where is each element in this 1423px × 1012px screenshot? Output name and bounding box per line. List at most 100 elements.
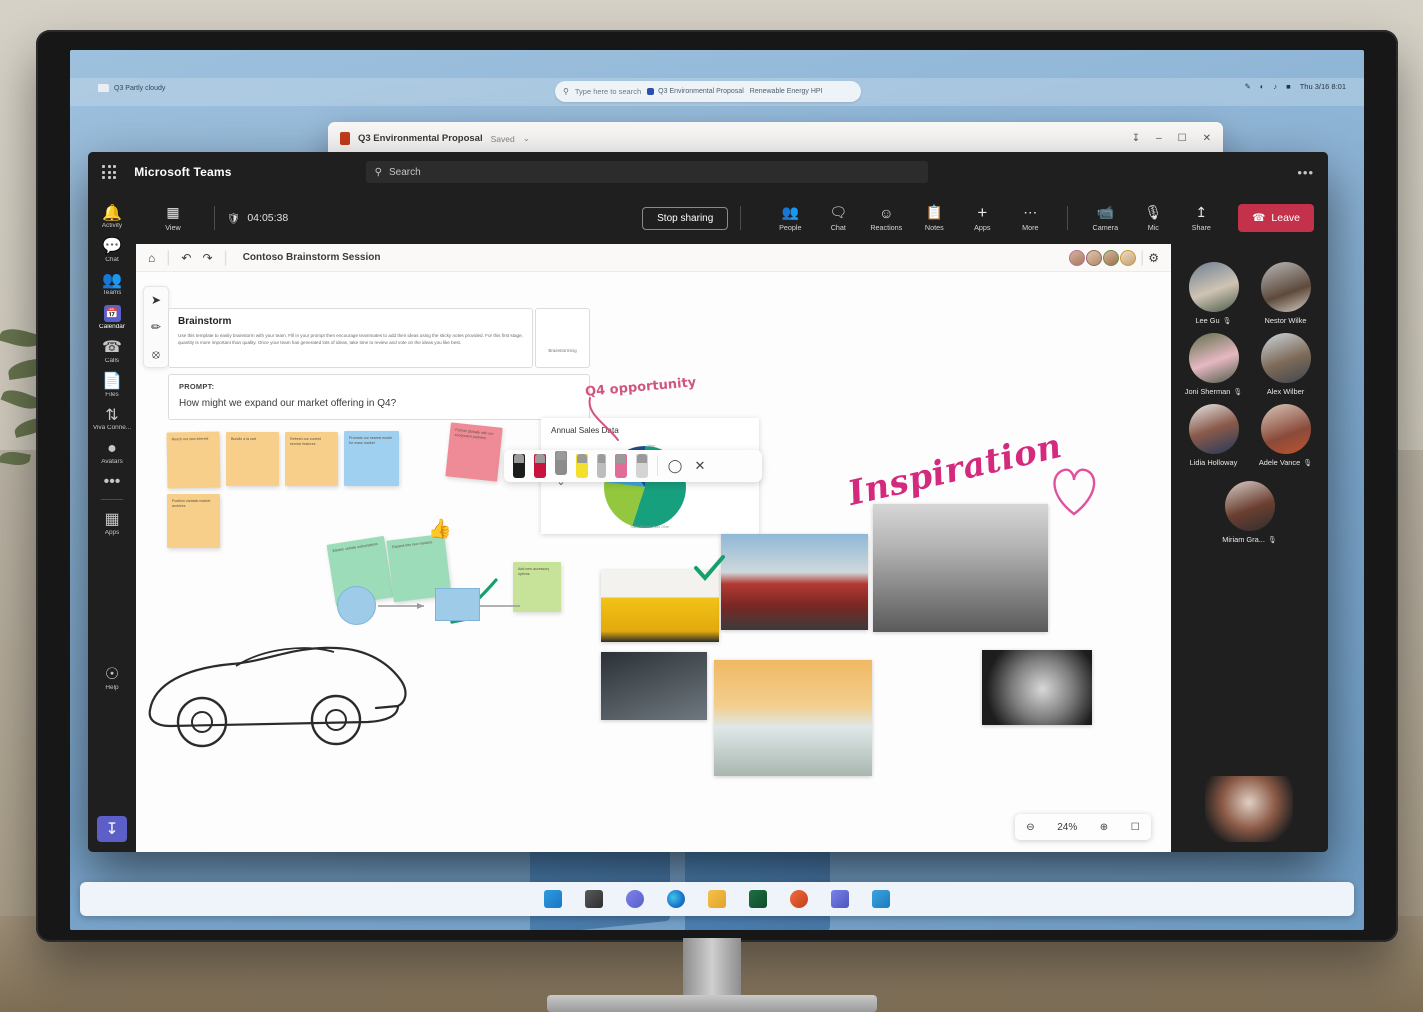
desktop-folder-shortcut[interactable]: Q3 Partly cloudy xyxy=(98,84,165,92)
system-tray[interactable]: ✎ ◐ ♪ ■ Thu 3/16 8:01 xyxy=(1245,82,1346,91)
sidebar-item-activity[interactable]: 🔔 Activity xyxy=(90,199,134,233)
file-explorer-icon[interactable] xyxy=(708,890,726,908)
teams-left-rail[interactable]: 🔔 Activity 💬 Chat 👥 Teams 📅 Calendar ☎ C… xyxy=(88,192,136,852)
sidebar-item-viva[interactable]: ⇅ Viva Conne... xyxy=(90,401,134,435)
teams-search-box[interactable]: ⚲ Search xyxy=(365,161,928,183)
list-item[interactable]: Position variable market archives xyxy=(167,494,220,548)
window-controls[interactable]: ↧ – ☐ ✕ xyxy=(1132,133,1211,144)
template-tab[interactable]: Brainstorming xyxy=(535,308,590,368)
chat-icon[interactable] xyxy=(626,890,644,908)
thin-pen[interactable] xyxy=(597,454,606,478)
flow-circle[interactable] xyxy=(337,586,376,625)
gray-pen[interactable] xyxy=(555,451,567,488)
participant-nestor-wilke[interactable]: Nestor Wilke xyxy=(1255,262,1317,325)
photo-yellow-car[interactable] xyxy=(601,570,719,642)
sidebar-item-calls[interactable]: ☎ Calls xyxy=(90,334,134,368)
home-icon[interactable]: ⌂ xyxy=(148,251,155,265)
chat-button[interactable]: 🗨 Chat xyxy=(815,204,861,232)
reactions-button[interactable]: ☺ Reactions xyxy=(863,204,909,233)
avatar[interactable] xyxy=(1103,249,1120,266)
list-item[interactable]: Promote our newest model for mass market xyxy=(344,431,399,486)
avatar[interactable] xyxy=(1086,249,1103,266)
sidebar-item-more[interactable]: ••• xyxy=(90,469,134,494)
teams-icon[interactable] xyxy=(831,890,849,908)
view-button[interactable]: ▦ View xyxy=(150,204,196,232)
participant-lidia-holloway[interactable]: Lidia Holloway xyxy=(1183,404,1245,467)
taskbar-chip-proposal[interactable]: Q3 Environmental Proposal xyxy=(647,88,744,95)
download-button[interactable]: ↧ xyxy=(97,816,127,842)
flow-rectangle[interactable] xyxy=(435,588,480,621)
pink-pen[interactable] xyxy=(615,454,627,478)
pen-tray-icon[interactable]: ✎ xyxy=(1245,82,1251,91)
self-video-tile[interactable] xyxy=(1205,776,1293,842)
pen-icon[interactable]: ✏ xyxy=(147,318,165,336)
list-item[interactable]: Add new accessory options xyxy=(513,562,561,612)
windows-search-bar[interactable]: ⚲ Type here to search Q3 Environmental P… xyxy=(555,81,861,102)
whiteboard-panel[interactable]: ⌂ | ↶ ↷ | Contoso Brainstorm Session | ⚙… xyxy=(136,244,1171,852)
lasso-icon[interactable]: ◯ xyxy=(667,458,683,474)
brainstorm-template-card[interactable]: Brainstorm Use this template to easily b… xyxy=(168,308,533,368)
avatar[interactable] xyxy=(1120,249,1137,266)
whiteboard-tool-palette[interactable]: ➤ ✏ ⦻ xyxy=(143,286,169,368)
outlook-icon[interactable] xyxy=(749,890,767,908)
redo-icon[interactable]: ↷ xyxy=(202,251,212,265)
collaborator-avatars[interactable]: | ⚙ xyxy=(1069,249,1159,267)
participant-miriam-graham[interactable]: Miriam Gra... 🎙 xyxy=(1219,481,1281,544)
photo-speedometer[interactable] xyxy=(982,650,1092,725)
people-button[interactable]: 👥 People xyxy=(767,204,813,232)
pen-flyout-toolbar[interactable]: ◯ ✕ xyxy=(504,450,762,488)
black-pen[interactable] xyxy=(513,454,525,478)
eraser[interactable] xyxy=(636,454,648,478)
titlebar-more-icon[interactable]: ••• xyxy=(1297,165,1314,180)
participant-joni-sherman[interactable]: Joni Sherman 🎙 xyxy=(1183,333,1245,396)
powerpoint-icon[interactable] xyxy=(790,890,808,908)
clock[interactable]: Thu 3/16 8:01 xyxy=(1300,82,1346,91)
start-icon[interactable] xyxy=(544,890,562,908)
close-button[interactable]: ✕ xyxy=(1203,133,1211,144)
list-item[interactable]: Partner globally with our ecosystem part… xyxy=(445,422,503,482)
notes-button[interactable]: 📋 Notes xyxy=(911,204,957,232)
gear-icon[interactable]: ⚙ xyxy=(1148,251,1159,265)
saved-chevron-icon[interactable]: ⌄ xyxy=(523,133,530,144)
insert-icon[interactable]: ⦻ xyxy=(147,345,165,363)
stop-sharing-button[interactable]: Stop sharing xyxy=(642,206,729,230)
apps-button[interactable]: + Apps xyxy=(959,203,1005,233)
meeting-toolbar[interactable]: ▦ View 🛡 04:05:38 Stop sharing 👥 People … xyxy=(136,192,1328,244)
fit-to-screen-icon[interactable]: ☐ xyxy=(1131,822,1140,833)
list-item[interactable]: Refresh our current service features xyxy=(285,432,338,486)
minimize-button[interactable]: – xyxy=(1156,133,1162,144)
sidebar-item-chat[interactable]: 💬 Chat xyxy=(90,233,134,267)
more-button[interactable]: ⋯ More xyxy=(1007,204,1053,232)
participant-adele-vance[interactable]: Adele Vance 🎙 xyxy=(1255,404,1317,467)
participant-alex-wilber[interactable]: Alex Wilber xyxy=(1255,333,1317,396)
mic-button[interactable]: 🎙 Mic xyxy=(1130,204,1176,232)
excel-icon[interactable] xyxy=(872,890,890,908)
yellow-highlighter[interactable] xyxy=(576,454,588,478)
sidebar-item-calendar[interactable]: 📅 Calendar xyxy=(90,300,134,334)
meeting-actions[interactable]: 👥 People 🗨 Chat ☺ Reactions 📋 Notes + Ap… xyxy=(767,203,1314,233)
camera-button[interactable]: 📹 Camera xyxy=(1082,204,1128,232)
windows-taskbar[interactable] xyxy=(80,882,1354,916)
photo-ev-charging[interactable] xyxy=(601,652,707,720)
participant-roster[interactable]: Lee Gu 🎙 Nestor Wilke Joni Sherman 🎙 Ale… xyxy=(1171,244,1328,852)
sidebar-item-apps[interactable]: ▦ Apps xyxy=(90,506,134,540)
teams-window[interactable]: Microsoft Teams ⚲ Search ••• 🔔 Activity xyxy=(88,152,1328,852)
edge-icon[interactable] xyxy=(667,890,685,908)
sidebar-item-teams[interactable]: 👥 Teams xyxy=(90,266,134,300)
maximize-button[interactable]: ☐ xyxy=(1178,133,1187,144)
photo-road-trip[interactable] xyxy=(714,660,872,776)
avatar[interactable] xyxy=(1069,249,1086,266)
list-item[interactable]: Bundle a la cart xyxy=(226,432,279,486)
zoom-out-icon[interactable]: ⊖ xyxy=(1026,822,1034,833)
share-button[interactable]: ↥ Share xyxy=(1178,204,1224,232)
taskbar-chip-energy[interactable]: Renewable Energy HPI xyxy=(750,88,823,95)
close-icon[interactable]: ✕ xyxy=(692,458,708,474)
task-view-icon[interactable] xyxy=(585,890,603,908)
photo-classic-wagon[interactable] xyxy=(873,504,1048,632)
prompt-card[interactable]: PROMPT: How might we expand our market o… xyxy=(168,374,590,420)
battery-icon[interactable]: ■ xyxy=(1286,82,1291,91)
sidebar-item-help[interactable]: ☉ Help xyxy=(90,661,134,695)
network-icon[interactable]: ◐ xyxy=(1260,82,1265,91)
leave-button[interactable]: ☎ Leave xyxy=(1238,204,1314,232)
sidebar-item-avatars[interactable]: ● Avatars xyxy=(90,435,134,469)
